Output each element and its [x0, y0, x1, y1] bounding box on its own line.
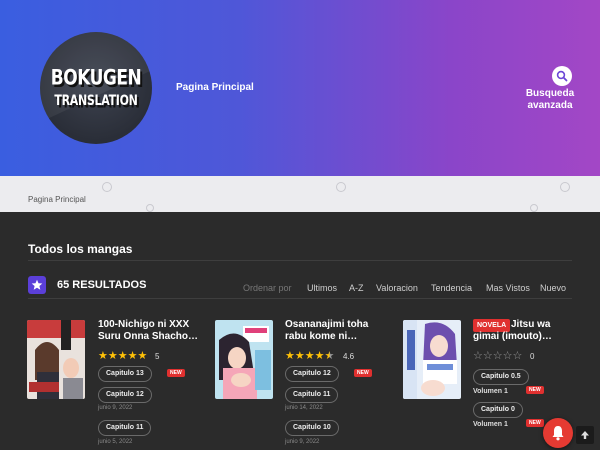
divider: [28, 260, 572, 261]
chapter-button[interactable]: Capitulo 11: [285, 387, 339, 403]
manga-cover[interactable]: [403, 320, 461, 399]
rating-stars: ★★★★★: [285, 350, 335, 362]
manga-cover[interactable]: [215, 320, 273, 399]
chapter-button[interactable]: Capitulo 0.5: [473, 369, 529, 385]
order-label: Ordenar por: [243, 283, 292, 293]
breadcrumb-bar: Pagina Principal: [0, 176, 600, 212]
divider: [28, 298, 572, 299]
rating-value: 5: [155, 352, 160, 361]
notification-bell-button[interactable]: [543, 418, 573, 448]
chapter-button[interactable]: Capitulo 12: [285, 366, 339, 382]
bell-icon: [552, 426, 564, 441]
manga-title[interactable]: Osananajimi toha rabu kome ni…: [285, 319, 385, 343]
rating-stars: ☆☆☆☆☆: [473, 350, 523, 362]
sort-option-az[interactable]: A-Z: [349, 283, 364, 293]
sort-option-rating[interactable]: Valoracion: [376, 283, 418, 293]
site-logo[interactable]: BOKUGEN TRANSLATION: [40, 32, 152, 144]
site-header: BOKUGEN TRANSLATION Pagina Principal Bus…: [0, 0, 600, 176]
chapter-date: junio 9, 2022: [285, 439, 320, 445]
advanced-search-link[interactable]: Busqueda avanzada: [520, 88, 580, 112]
logo-text-line2: TRANSLATION: [54, 92, 138, 109]
volume-label: Volumen 1: [473, 388, 508, 395]
decor-dot: [102, 182, 112, 192]
decor-dot: [560, 182, 570, 192]
section-title: Todos los mangas: [28, 242, 133, 256]
manga-title-text: Jitsu wa gimai (imouto)…: [473, 319, 552, 342]
new-badge: NEW: [526, 419, 544, 427]
sort-option-most-viewed[interactable]: Mas Vistos: [486, 283, 530, 293]
manga-cover[interactable]: [27, 320, 85, 399]
nav-link-home[interactable]: Pagina Principal: [176, 82, 254, 93]
search-button[interactable]: [552, 66, 572, 86]
new-badge: NEW: [354, 369, 372, 377]
sort-option-trending[interactable]: Tendencia: [431, 283, 472, 293]
sort-option-new[interactable]: Nuevo: [540, 283, 566, 293]
volume-label: Volumen 1: [473, 421, 508, 428]
breadcrumb[interactable]: Pagina Principal: [28, 195, 86, 204]
chapter-button[interactable]: Capitulo 10: [285, 420, 339, 436]
chapter-button[interactable]: Capitulo 13: [98, 366, 152, 382]
manga-title[interactable]: 100-Nichigo ni XXX Suru Onna Shacho…: [98, 319, 198, 343]
decor-dot: [146, 204, 154, 212]
rating-stars: ★★★★★: [98, 350, 148, 362]
decor-dot: [530, 204, 538, 212]
rating-value: 4.6: [343, 352, 355, 361]
new-badge: NEW: [167, 369, 185, 377]
scroll-to-top-button[interactable]: [576, 426, 594, 444]
sort-option-latest[interactable]: Ultimos: [307, 283, 337, 293]
new-badge: NEW: [526, 386, 544, 394]
star-icon: [31, 279, 43, 290]
chapter-button[interactable]: Capitulo 0: [473, 402, 523, 418]
results-count: 65 RESULTADOS: [57, 279, 147, 291]
chapter-button[interactable]: Capitulo 11: [98, 420, 152, 436]
rating-value: 0: [530, 352, 535, 361]
chapter-button[interactable]: Capitulo 12: [98, 387, 152, 403]
logo-text-line1: BOKUGEN: [50, 65, 142, 91]
decor-dot: [336, 182, 346, 192]
manga-title[interactable]: Jitsu wa gimai (imouto)…: [473, 319, 578, 343]
chapter-date: junio 5, 2022: [98, 439, 133, 445]
search-icon: [556, 70, 568, 82]
results-badge: [28, 276, 46, 294]
chapter-date: junio 14, 2022: [285, 405, 323, 411]
arrow-up-icon: [581, 431, 589, 439]
chapter-date: junio 9, 2022: [98, 405, 133, 411]
